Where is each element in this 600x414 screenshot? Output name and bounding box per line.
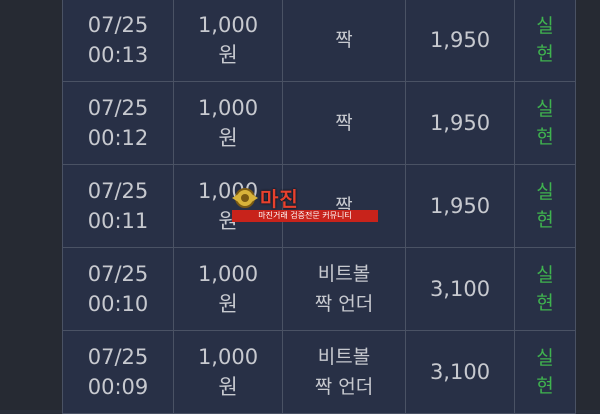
- status-text-2: 현: [536, 292, 554, 314]
- status-cell: 실 현: [514, 164, 576, 248]
- amount-unit: 원: [218, 43, 238, 67]
- date-text: 07/25: [87, 262, 149, 286]
- date-text: 07/25: [87, 345, 149, 369]
- time-text: 00:12: [87, 126, 149, 150]
- status-cell: 실 현: [514, 247, 576, 331]
- date-text: 07/25: [87, 13, 149, 37]
- time-text: 00:11: [87, 209, 149, 233]
- odds-cell: 1,950: [405, 164, 515, 248]
- odds-text: 1,950: [429, 194, 491, 218]
- pick-text: 짝: [335, 112, 353, 134]
- pick-text-2: 짝 언더: [314, 376, 374, 398]
- amount-text: 1,000: [197, 262, 259, 286]
- amount-cell: 1,000 원: [173, 0, 283, 82]
- odds-cell: 1,950: [405, 81, 515, 165]
- date-text: 07/25: [87, 179, 149, 203]
- time-cell: 07/25 00:12: [62, 81, 174, 165]
- amount-cell: 1,000 원: [173, 81, 283, 165]
- watermark-subtitle: 마진거래 검증전문 커뮤니티: [232, 210, 378, 222]
- time-cell: 07/25 00:13: [62, 0, 174, 82]
- odds-cell: 3,100: [405, 330, 515, 414]
- left-margin: [0, 0, 62, 410]
- table-row[interactable]: 07/25 00:09 1,000 원 비트볼 짝 언더 3,100 실 현: [62, 330, 576, 414]
- pick-text: 짝: [335, 29, 353, 51]
- amount-unit: 원: [218, 292, 238, 316]
- date-text: 07/25: [87, 96, 149, 120]
- time-text: 00:10: [87, 292, 149, 316]
- amount-cell: 1,000 원: [173, 330, 283, 414]
- time-text: 00:13: [87, 43, 149, 67]
- pick-text-2: 짝 언더: [314, 293, 374, 315]
- status-text-2: 현: [536, 375, 554, 397]
- status-cell: 실 현: [514, 330, 576, 414]
- amount-cell: 1,000 원: [173, 247, 283, 331]
- status-text-1: 실: [536, 347, 554, 369]
- pick-cell: 비트볼 짝 언더: [282, 247, 406, 331]
- status-cell: 실 현: [514, 0, 576, 82]
- odds-text: 1,950: [429, 28, 491, 52]
- table-row[interactable]: 07/25 00:13 1,000 원 짝 1,950 실 현: [62, 0, 576, 82]
- odds-text: 3,100: [429, 277, 491, 301]
- amount-text: 1,000: [197, 345, 259, 369]
- time-cell: 07/25 00:10: [62, 247, 174, 331]
- time-text: 00:09: [87, 375, 149, 399]
- time-cell: 07/25 00:11: [62, 164, 174, 248]
- eagle-emblem-icon: [232, 188, 258, 208]
- odds-text: 1,950: [429, 111, 491, 135]
- amount-unit: 원: [218, 375, 238, 399]
- pick-cell: 비트볼 짝 언더: [282, 330, 406, 414]
- status-text-2: 현: [536, 209, 554, 231]
- status-text-1: 실: [536, 15, 554, 37]
- status-text-1: 실: [536, 264, 554, 286]
- status-cell: 실 현: [514, 81, 576, 165]
- pick-text: 비트볼: [317, 263, 371, 285]
- pick-cell: 짝: [282, 0, 406, 82]
- odds-cell: 3,100: [405, 247, 515, 331]
- watermark-logo: 마진 마진거래 검증전문 커뮤니티: [230, 183, 380, 225]
- time-cell: 07/25 00:09: [62, 330, 174, 414]
- status-text-1: 실: [536, 98, 554, 120]
- table-row[interactable]: 07/25 00:12 1,000 원 짝 1,950 실 현: [62, 81, 576, 165]
- pick-text: 비트볼: [317, 346, 371, 368]
- table-row[interactable]: 07/25 00:10 1,000 원 비트볼 짝 언더 3,100 실 현: [62, 247, 576, 331]
- status-text-2: 현: [536, 43, 554, 65]
- watermark-title: 마진: [260, 187, 299, 211]
- amount-text: 1,000: [197, 13, 259, 37]
- odds-text: 3,100: [429, 360, 491, 384]
- pick-cell: 짝: [282, 81, 406, 165]
- amount-unit: 원: [218, 126, 238, 150]
- odds-cell: 1,950: [405, 0, 515, 82]
- amount-text: 1,000: [197, 96, 259, 120]
- status-text-2: 현: [536, 126, 554, 148]
- status-text-1: 실: [536, 181, 554, 203]
